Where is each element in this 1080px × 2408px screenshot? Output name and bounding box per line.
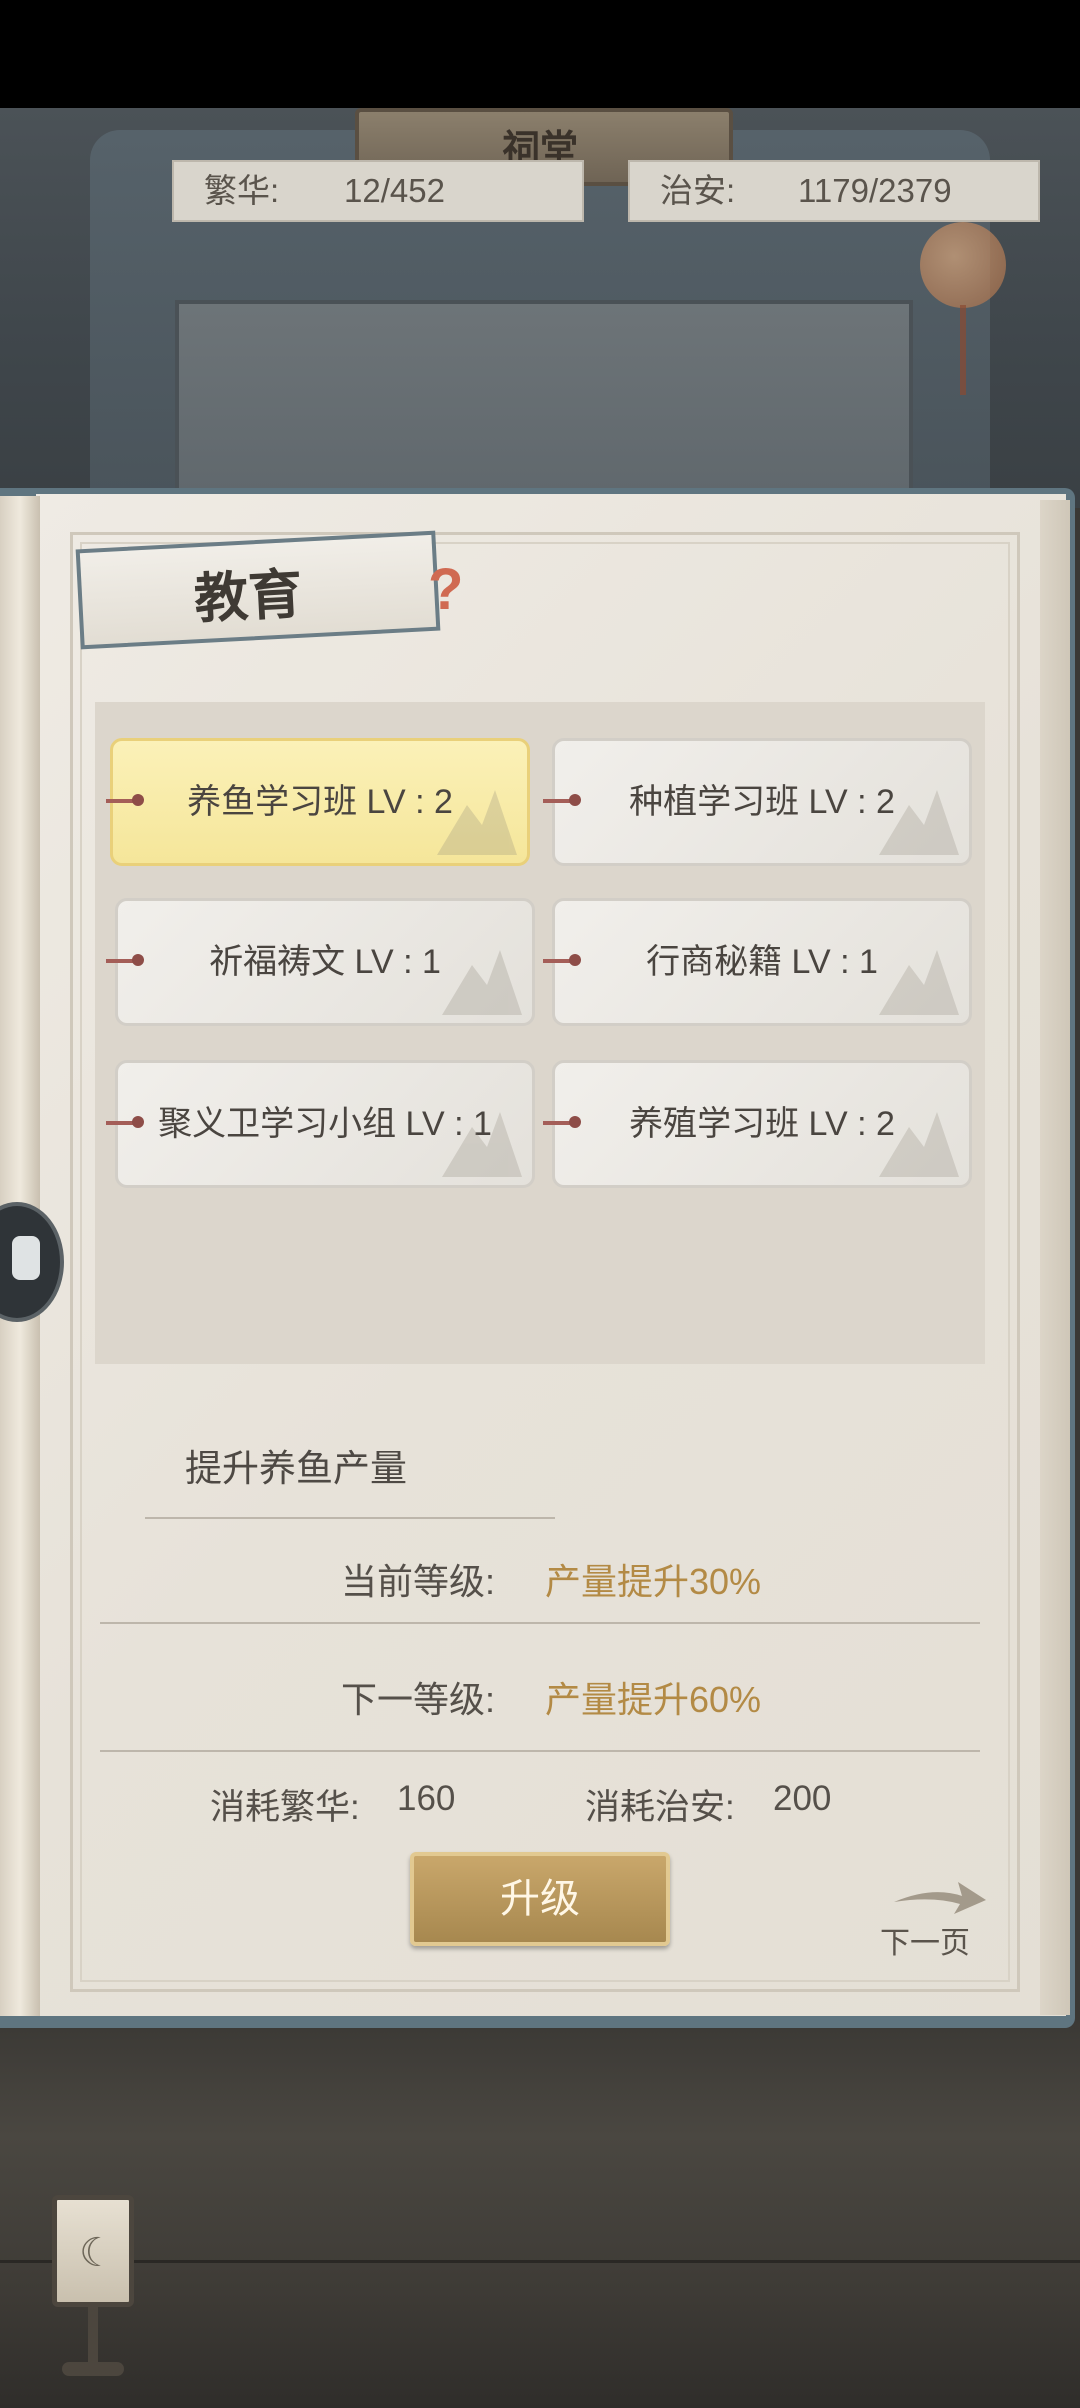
card-pin bbox=[106, 1116, 144, 1128]
next-level-label: 下一等级: bbox=[340, 1679, 495, 1720]
cost-prosperity-label: 消耗繁华: bbox=[210, 1788, 360, 1827]
mountain-icon bbox=[437, 790, 517, 855]
skill-label: 养鱼学习班 LV : 2 bbox=[187, 783, 453, 821]
card-pin bbox=[106, 794, 144, 806]
help-icon[interactable]: ? bbox=[428, 560, 468, 620]
card-pin bbox=[543, 794, 581, 806]
security-value: 1179/2379 bbox=[798, 172, 952, 209]
prosperity-label: 繁华: bbox=[204, 172, 280, 209]
status-bar bbox=[0, 0, 1080, 108]
skill-label: 养殖学习班 LV : 2 bbox=[629, 1105, 895, 1143]
divider bbox=[100, 1622, 980, 1624]
mountain-icon bbox=[879, 950, 959, 1015]
lamp-icon[interactable]: ☾ bbox=[52, 2195, 134, 2307]
page-edge bbox=[1040, 500, 1070, 2015]
skill-card-fish-class[interactable]: 养鱼学习班 LV : 2 bbox=[110, 738, 530, 866]
skill-card-guard-study-group[interactable]: 聚义卫学习小组 LV : 1 bbox=[115, 1060, 535, 1188]
security-stat: 治安: 1179/2379 bbox=[628, 160, 1040, 222]
skill-card-breeding-class[interactable]: 养殖学习班 LV : 2 bbox=[552, 1060, 972, 1188]
skill-card-planting-class[interactable]: 种植学习班 LV : 2 bbox=[552, 738, 972, 866]
mountain-icon bbox=[442, 1112, 522, 1177]
next-page-label: 下一页 bbox=[880, 1927, 970, 1960]
upgrade-button[interactable]: 升级 bbox=[410, 1852, 670, 1946]
cost-security-value: 200 bbox=[773, 1779, 832, 1818]
skill-label: 种植学习班 LV : 2 bbox=[629, 783, 895, 821]
floor-seam bbox=[0, 2260, 1080, 2263]
bottle-icon bbox=[12, 1236, 40, 1280]
prosperity-stat: 繁华: 12/452 bbox=[172, 160, 584, 222]
cost-security-label: 消耗治安: bbox=[585, 1788, 735, 1827]
current-level-value: 产量提升30% bbox=[545, 1561, 762, 1602]
arrow-right-icon bbox=[894, 1882, 986, 1914]
current-level-label: 当前等级: bbox=[340, 1561, 495, 1602]
mountain-icon bbox=[442, 950, 522, 1015]
card-pin bbox=[543, 954, 581, 966]
skill-card-merchant-secrets[interactable]: 行商秘籍 LV : 1 bbox=[552, 898, 972, 1026]
skill-label: 祈福祷文 LV : 1 bbox=[209, 943, 441, 981]
card-pin bbox=[106, 954, 144, 966]
lamp-base bbox=[62, 2362, 124, 2376]
lantern-icon bbox=[920, 222, 1006, 308]
next-level-value: 产量提升60% bbox=[545, 1679, 762, 1720]
prosperity-value: 12/452 bbox=[344, 172, 445, 209]
card-pin bbox=[543, 1116, 581, 1128]
cost-prosperity-value: 160 bbox=[397, 1779, 456, 1818]
divider bbox=[145, 1517, 555, 1519]
floor bbox=[0, 2020, 1080, 2408]
moon-icon: ☾ bbox=[79, 2231, 115, 2275]
lantern-tassel bbox=[960, 305, 966, 395]
skill-label: 行商秘籍 LV : 1 bbox=[646, 943, 878, 981]
divider bbox=[100, 1750, 980, 1752]
lamp-stand bbox=[88, 2307, 98, 2367]
security-label: 治安: bbox=[660, 172, 736, 209]
mountain-icon bbox=[879, 790, 959, 855]
mountain-icon bbox=[879, 1112, 959, 1177]
skill-description: 提升养鱼产量 bbox=[185, 1448, 407, 1489]
skill-card-prayer-text[interactable]: 祈福祷文 LV : 1 bbox=[115, 898, 535, 1026]
next-page-button[interactable]: 下一页 bbox=[880, 1878, 990, 1960]
